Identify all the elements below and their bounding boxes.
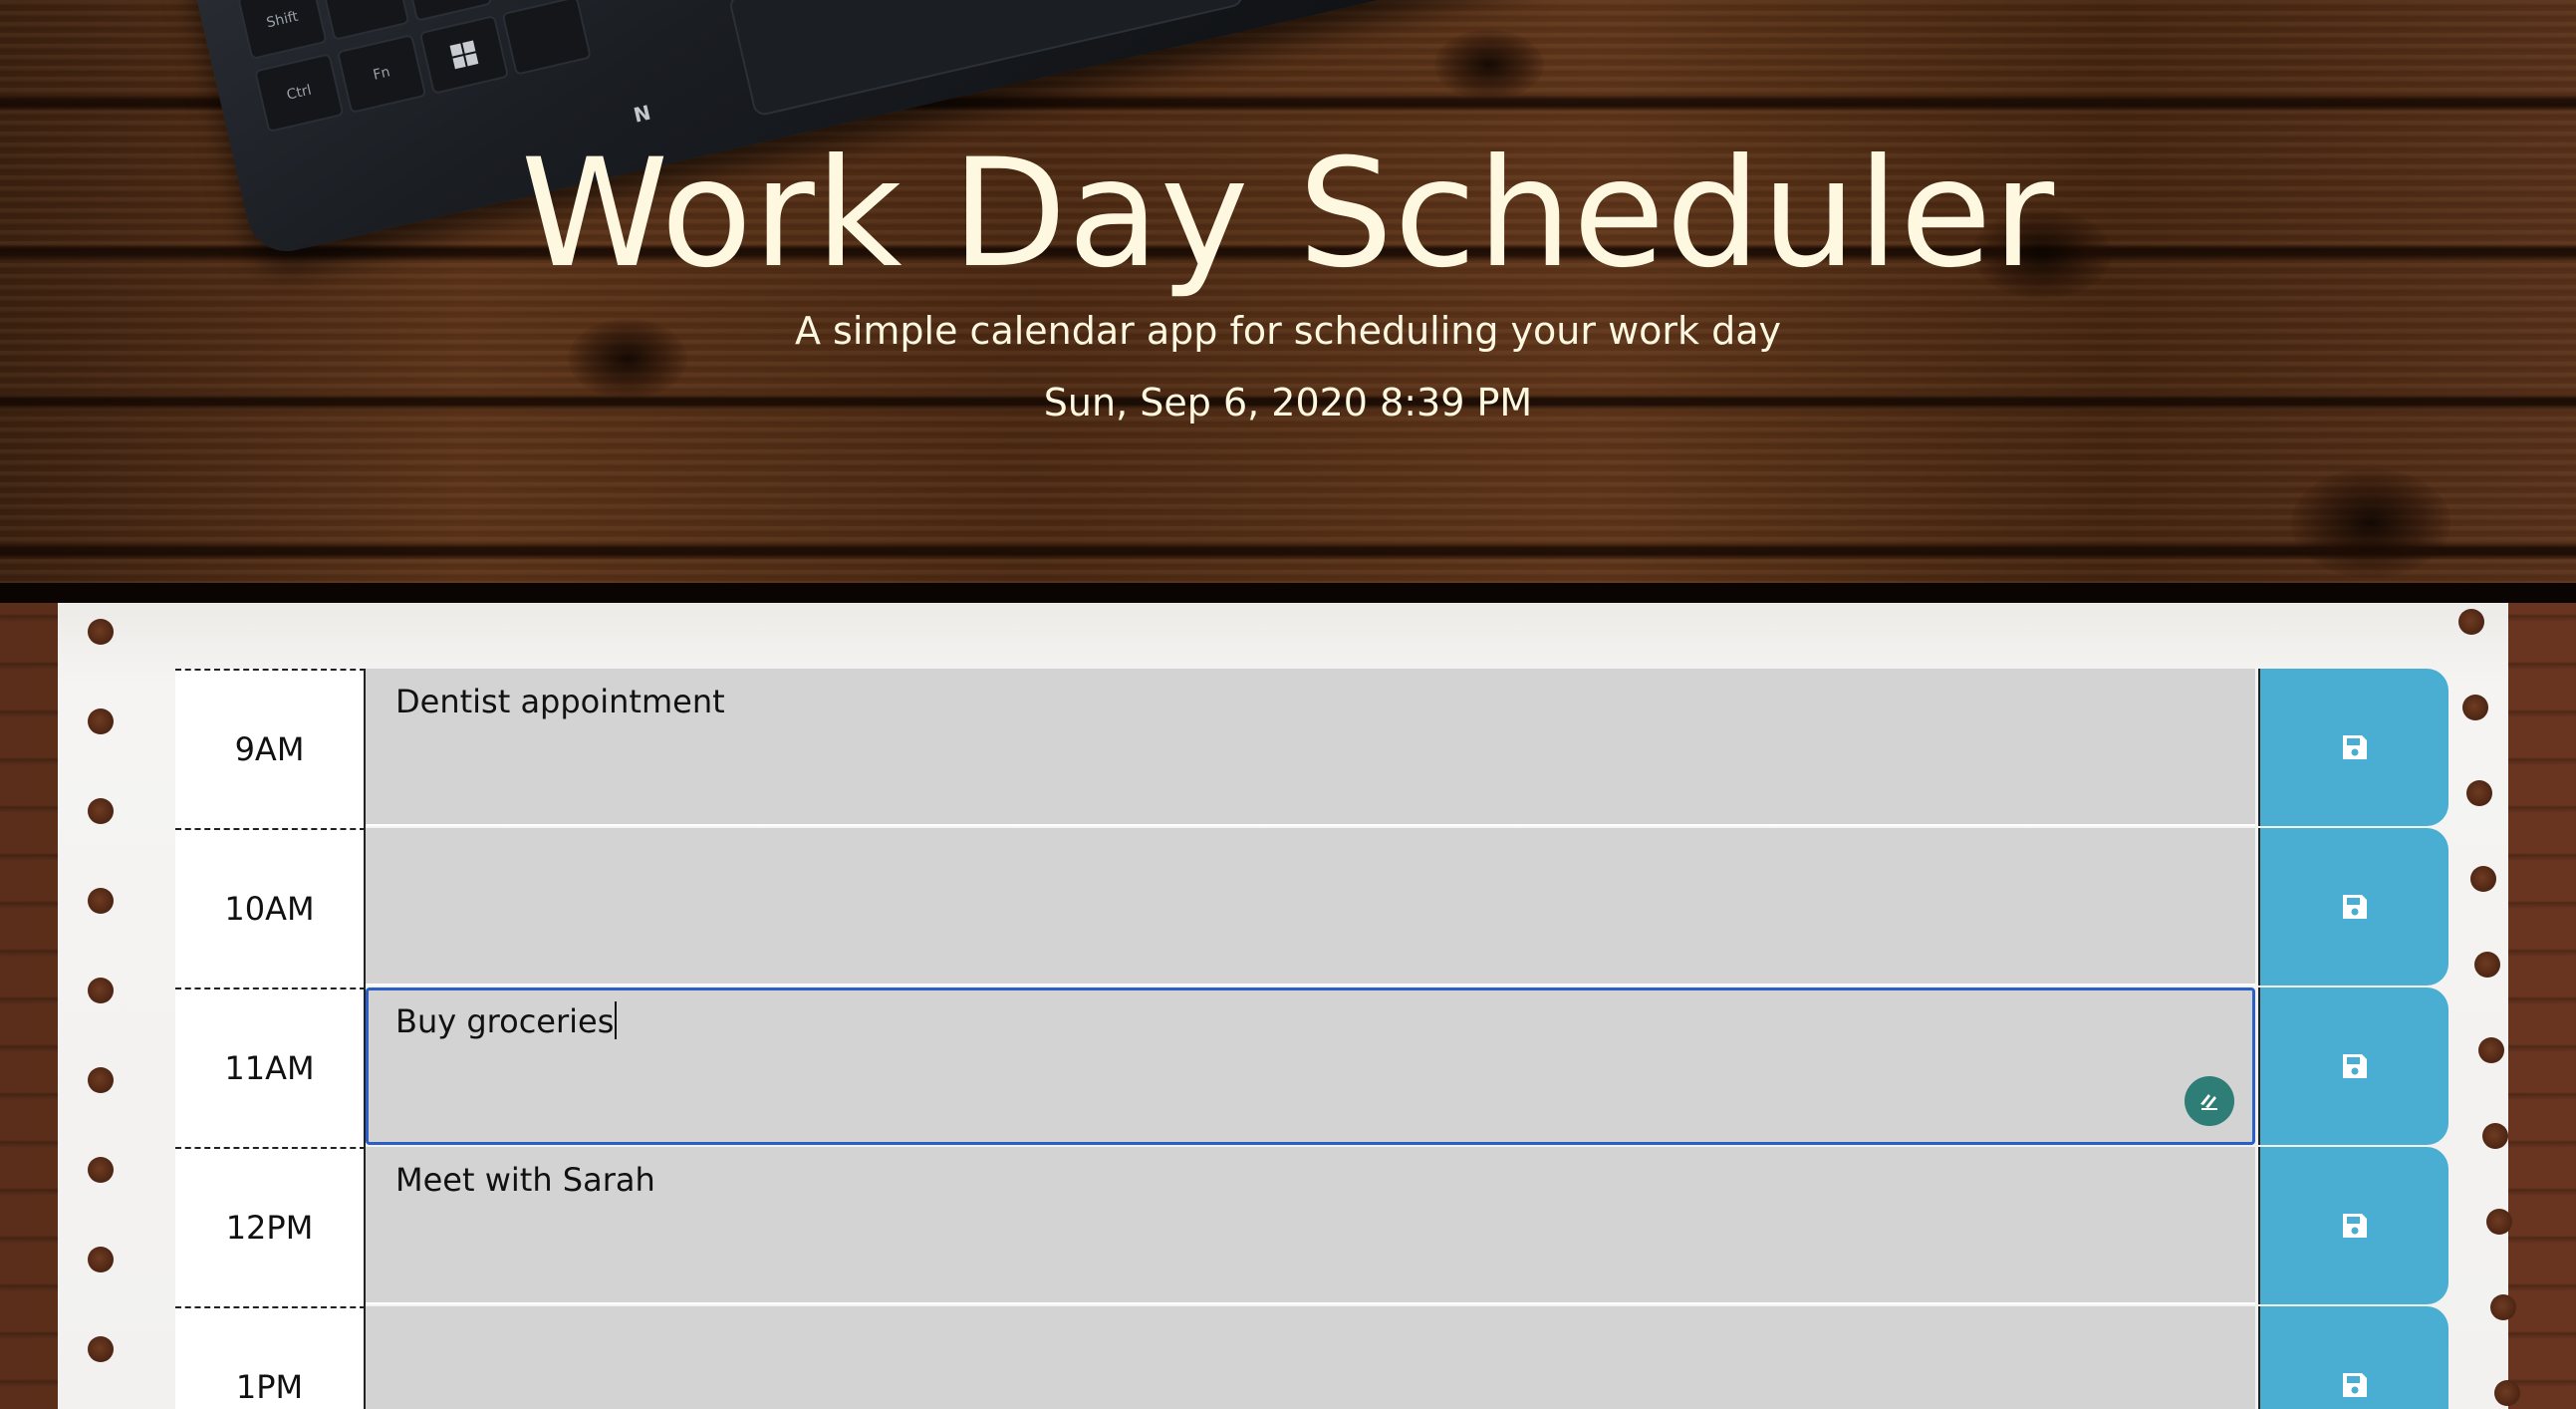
time-block-row: 10AM — [175, 828, 2448, 987]
tractor-hole — [88, 1247, 114, 1272]
event-description-input[interactable]: Buy groceries — [366, 987, 2255, 1145]
save-button[interactable] — [2258, 828, 2448, 986]
tractor-hole — [88, 1336, 114, 1362]
tractor-hole — [88, 619, 114, 645]
hour-label: 12PM — [175, 1147, 366, 1306]
tractor-hole — [88, 978, 114, 1003]
hour-label: 9AM — [175, 669, 366, 828]
page-subtitle: A simple calendar app for scheduling you… — [794, 309, 1782, 353]
time-block-list: 9AM Dentist appointment 10AM 11AM Buy gr… — [175, 669, 2448, 1409]
save-button[interactable] — [2258, 987, 2448, 1145]
page-title: Work Day Scheduler — [520, 128, 2056, 301]
time-block-row: 9AM Dentist appointment — [175, 669, 2448, 828]
header-banner: Shift Ctrl Fn N Work Day Scheduler A sim… — [0, 0, 2576, 583]
floppy-disk-icon — [2342, 1373, 2367, 1397]
hour-label: 10AM — [175, 828, 366, 987]
event-description-input[interactable]: Dentist appointment — [366, 669, 2255, 826]
tractor-hole — [88, 798, 114, 824]
tractor-hole — [2470, 866, 2496, 892]
wood-knot — [2291, 468, 2450, 578]
event-description-text: Buy groceries — [395, 1002, 615, 1040]
laptop-key-ctrl: Ctrl — [254, 53, 345, 134]
windows-key-icon — [418, 14, 510, 95]
tractor-hole — [2482, 1123, 2508, 1149]
header-divider — [0, 583, 2576, 603]
tractor-hole — [2486, 1209, 2512, 1235]
save-button[interactable] — [2258, 1147, 2448, 1304]
time-block-row: 1PM — [175, 1306, 2448, 1409]
tractor-hole — [2490, 1294, 2516, 1320]
floppy-disk-icon — [2342, 1054, 2367, 1078]
time-block-row: 11AM Buy groceries — [175, 987, 2448, 1147]
laptop-touchpad — [727, 0, 1245, 118]
time-block-row: 12PM Meet with Sarah — [175, 1147, 2448, 1306]
floppy-disk-icon — [2342, 1214, 2367, 1238]
tractor-hole — [88, 708, 114, 734]
event-description-input[interactable] — [366, 828, 2255, 986]
tractor-hole — [2478, 1037, 2504, 1063]
laptop-key-shift: Shift — [237, 0, 328, 61]
wood-knot — [1434, 30, 1544, 100]
laptop-key-fn: Fn — [336, 34, 427, 114]
hour-label: 11AM — [175, 987, 366, 1147]
text-cursor — [615, 1001, 618, 1039]
floppy-disk-icon — [2342, 735, 2367, 759]
event-description-input[interactable]: Meet with Sarah — [366, 1147, 2255, 1304]
tractor-hole — [88, 1067, 114, 1093]
tractor-hole — [2458, 609, 2484, 635]
event-description-input[interactable] — [366, 1306, 2255, 1409]
save-button[interactable] — [2258, 669, 2448, 826]
floppy-disk-icon — [2342, 895, 2367, 919]
tractor-hole — [2466, 780, 2492, 806]
save-button[interactable] — [2258, 1306, 2448, 1409]
tractor-hole — [2462, 695, 2488, 720]
laptop-key — [320, 0, 410, 41]
current-datetime: Sun, Sep 6, 2020 8:39 PM — [1043, 381, 1533, 424]
hour-label: 1PM — [175, 1306, 366, 1409]
tractor-hole — [88, 1157, 114, 1183]
laptop-key — [501, 0, 592, 76]
tractor-hole — [2474, 952, 2500, 978]
tractor-hole — [2494, 1380, 2520, 1406]
tractor-hole — [88, 888, 114, 914]
grammar-checker-icon[interactable] — [2185, 1076, 2234, 1126]
